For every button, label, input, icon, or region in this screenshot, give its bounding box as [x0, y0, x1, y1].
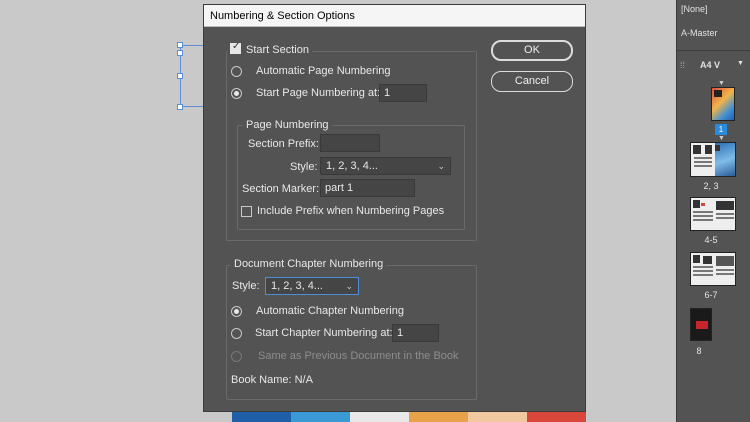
auto-page-numbering-radio[interactable]	[231, 66, 242, 77]
auto-chapter-numbering-radio[interactable]	[231, 306, 242, 317]
spread-label-2-3: 2, 3	[703, 181, 719, 191]
book-name-label: Book Name: N/A	[231, 374, 313, 386]
start-chapter-numbering-label: Start Chapter Numbering at:	[255, 327, 393, 339]
include-prefix-label: Include Prefix when Numbering Pages	[257, 205, 445, 217]
section-prefix-input[interactable]	[320, 134, 380, 152]
start-page-number-input[interactable]: 1	[379, 84, 427, 102]
section-prefix-label: Section Prefix:	[248, 138, 319, 150]
frame-handle-top[interactable]	[177, 42, 183, 48]
spread-thumbnail-2-3[interactable]	[690, 142, 736, 177]
section-marker-label: Section Marker:	[242, 183, 320, 195]
chapter-style-label: Style:	[232, 280, 260, 292]
chevron-down-icon: ⌄	[345, 281, 353, 291]
cancel-button[interactable]: Cancel	[491, 71, 573, 92]
numbering-section-dialog: Numbering & Section Options Start Sectio…	[203, 4, 586, 412]
start-section-legend: Start Section	[227, 41, 312, 56]
spread-thumbnail-4-5[interactable]	[690, 197, 736, 231]
start-page-numbering-label: Start Page Numbering at:	[256, 87, 381, 99]
frame-handle-bottom[interactable]	[177, 104, 183, 110]
panel-divider	[677, 50, 750, 51]
page-style-dropdown[interactable]: 1, 2, 3, 4... ⌄	[320, 157, 451, 175]
start-section-checkbox[interactable]	[230, 41, 241, 54]
page-thumbnail-1[interactable]	[711, 87, 735, 121]
frame-handle-inner[interactable]	[177, 50, 183, 56]
include-prefix-checkbox[interactable]	[241, 206, 252, 217]
page-size-selector[interactable]: ⁞⁞ A4 V ▼	[677, 58, 750, 74]
spread-thumbnail-6-7[interactable]	[690, 252, 736, 286]
start-chapter-number-input[interactable]: 1	[392, 324, 439, 342]
same-as-previous-label: Same as Previous Document in the Book	[258, 350, 459, 362]
current-page-badge: 1	[715, 124, 727, 135]
start-chapter-numbering-radio[interactable]	[231, 328, 242, 339]
spread-label-8: 8	[696, 346, 702, 356]
same-as-previous-radio[interactable]	[231, 351, 242, 362]
auto-chapter-numbering-label: Automatic Chapter Numbering	[256, 305, 404, 317]
page-style-label: Style:	[290, 161, 318, 173]
start-page-numbering-radio[interactable]	[231, 88, 242, 99]
page-size-label: A4 V	[700, 60, 721, 70]
spread-label-4-5: 4-5	[704, 235, 718, 245]
spread-label-6-7: 6-7	[704, 290, 718, 300]
dialog-title: Numbering & Section Options	[204, 5, 585, 27]
spread-indicator-icon: ▼	[718, 135, 725, 142]
drag-grip-icon[interactable]: ⁞⁞	[680, 60, 685, 70]
frame-handle-middle[interactable]	[177, 73, 183, 79]
chapter-numbering-legend: Document Chapter Numbering	[231, 258, 387, 270]
none-master-item[interactable]: [None]	[681, 4, 708, 14]
ok-button[interactable]: OK	[491, 40, 573, 61]
chapter-style-dropdown[interactable]: 1, 2, 3, 4... ⌄	[265, 277, 359, 295]
a-master-item[interactable]: A-Master	[681, 28, 718, 38]
master-indicator-icon: ▼	[718, 80, 725, 87]
start-section-label: Start Section	[246, 44, 309, 56]
section-marker-input[interactable]: part 1	[320, 179, 415, 197]
chevron-down-icon: ▼	[737, 60, 744, 67]
chapter-style-value: 1, 2, 3, 4...	[271, 280, 323, 292]
page-thumbnail-8[interactable]	[690, 308, 712, 341]
page-numbering-legend: Page Numbering	[243, 119, 332, 131]
chevron-down-icon: ⌄	[437, 161, 445, 171]
page-style-value: 1, 2, 3, 4...	[326, 160, 378, 172]
auto-page-numbering-label: Automatic Page Numbering	[256, 65, 391, 77]
